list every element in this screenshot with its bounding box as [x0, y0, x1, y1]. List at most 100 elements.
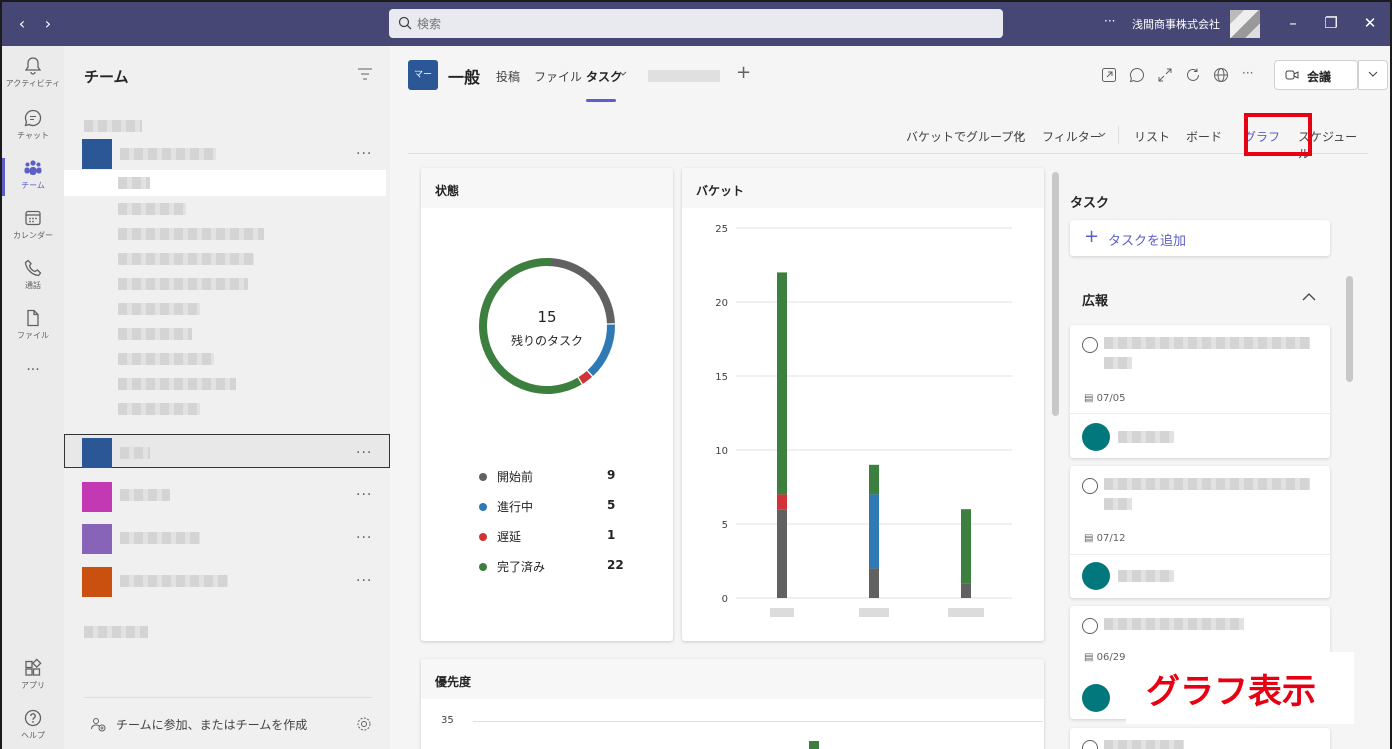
more-options-icon[interactable]: ···: [356, 146, 372, 162]
conversation-icon[interactable]: [1128, 66, 1146, 84]
rail-calls[interactable]: 通話: [2, 252, 64, 302]
group-by-bucket-dropdown[interactable]: バケットでグループ化: [906, 128, 1025, 145]
legend-label: 進行中: [497, 500, 534, 514]
minimize-icon[interactable]: –: [1282, 12, 1304, 34]
add-task-button[interactable]: + タスクを追加: [1070, 220, 1330, 256]
task-title: [1104, 740, 1184, 749]
task-card[interactable]: [1070, 728, 1330, 749]
more-options-icon[interactable]: ···: [1242, 66, 1253, 80]
back-arrow-icon[interactable]: ‹: [12, 14, 32, 34]
gear-icon[interactable]: [356, 716, 372, 732]
task-card[interactable]: ▤ 07/12: [1070, 466, 1330, 598]
close-icon[interactable]: ✕: [1359, 12, 1381, 34]
tab-blurred[interactable]: [648, 70, 720, 82]
more-options-icon[interactable]: ···: [356, 530, 372, 546]
tab-tasks[interactable]: タスク: [586, 68, 622, 85]
team-name[interactable]: [120, 148, 216, 160]
chevron-down-icon[interactable]: [619, 71, 627, 77]
channel-item[interactable]: [118, 278, 248, 290]
legend-dot: [479, 473, 487, 481]
tab-posts[interactable]: 投稿: [496, 68, 520, 85]
task-panel-title: タスク: [1070, 196, 1110, 211]
complete-checkbox[interactable]: [1082, 740, 1098, 749]
rail-chat[interactable]: チャット: [2, 102, 64, 152]
rail-teams[interactable]: チーム: [2, 152, 64, 202]
scrollbar-thumb[interactable]: [1346, 276, 1353, 382]
meeting-dropdown[interactable]: [1358, 60, 1388, 90]
legend-value: 5: [607, 498, 616, 512]
plus-icon: +: [1084, 226, 1100, 247]
rail-activity[interactable]: アクティビティ: [2, 50, 64, 100]
channel-item[interactable]: [118, 228, 264, 240]
help-icon: [24, 709, 42, 727]
filter-icon[interactable]: [358, 68, 372, 80]
priority-card: 優先度 35: [421, 659, 1044, 749]
legend-value: 22: [607, 558, 624, 572]
assignee-name: [1118, 431, 1174, 443]
bar-segment: [869, 568, 879, 598]
assignee-avatar: [1082, 562, 1110, 590]
rail-files[interactable]: ファイル: [2, 302, 64, 352]
view-board[interactable]: ボード: [1186, 128, 1222, 145]
complete-checkbox[interactable]: [1082, 337, 1098, 353]
more-options-icon[interactable]: ···: [356, 487, 372, 503]
task-card[interactable]: ▤ 07/05: [1070, 325, 1330, 458]
channel-item[interactable]: [118, 378, 236, 390]
tab-files[interactable]: ファイル: [534, 68, 582, 85]
maximize-icon[interactable]: ❐: [1320, 12, 1342, 34]
more-options-icon[interactable]: ···: [1104, 14, 1115, 28]
legend-completed: 完了済み 22: [479, 558, 624, 575]
channel-item[interactable]: [118, 253, 254, 265]
channel-item[interactable]: [118, 328, 192, 340]
rail-calendar[interactable]: カレンダー: [2, 202, 64, 252]
team-item-hover[interactable]: [64, 434, 390, 468]
chevron-down-icon[interactable]: [1016, 132, 1024, 138]
view-list[interactable]: リスト: [1134, 128, 1170, 145]
channel-item[interactable]: [118, 303, 200, 315]
more-options-icon[interactable]: ···: [356, 445, 372, 461]
legend-label: 開始前: [497, 470, 534, 484]
remaining-label: 残りのタスク: [510, 334, 583, 348]
chevron-up-icon[interactable]: [1302, 292, 1316, 301]
team-name[interactable]: [120, 575, 228, 587]
team-avatar: [82, 482, 112, 512]
team-badge: マー: [408, 60, 438, 90]
channel-item[interactable]: [118, 353, 214, 365]
org-name: 浅間商事株式会社: [1132, 18, 1220, 31]
user-avatar[interactable]: [1230, 10, 1260, 38]
bucket-group-title: 広報: [1082, 294, 1109, 309]
team-name[interactable]: [120, 489, 170, 501]
meeting-button[interactable]: 会議: [1274, 60, 1358, 90]
team-name[interactable]: [120, 447, 150, 459]
rail-label: ヘルプ: [21, 731, 45, 740]
channel-item[interactable]: [118, 403, 200, 415]
search-input[interactable]: [417, 13, 987, 34]
chevron-down-icon[interactable]: [1098, 132, 1106, 138]
search-box[interactable]: [389, 9, 1003, 38]
channel-selected[interactable]: [64, 170, 386, 196]
bucket-bar-chart: 0 5 10 15 20 25: [715, 224, 1012, 617]
complete-checkbox[interactable]: [1082, 618, 1098, 634]
refresh-icon[interactable]: [1184, 66, 1202, 84]
gridline: [473, 721, 1043, 722]
rail-more-icon[interactable]: ···: [2, 362, 64, 412]
channel-item[interactable]: [118, 177, 150, 189]
expand-icon[interactable]: [1156, 66, 1174, 84]
rail-label: アプリ: [21, 681, 45, 690]
rail-apps[interactable]: アプリ: [2, 652, 64, 702]
rail-help[interactable]: ヘルプ: [2, 702, 64, 749]
add-tab-icon[interactable]: +: [736, 62, 751, 83]
complete-checkbox[interactable]: [1082, 478, 1098, 494]
channel-item[interactable]: [118, 203, 186, 215]
globe-icon[interactable]: [1212, 66, 1230, 84]
y-tick-label: 25: [715, 224, 728, 235]
scrollbar-thumb[interactable]: [1052, 172, 1059, 416]
filter-dropdown[interactable]: フィルター: [1042, 128, 1102, 145]
legend-late: 遅延 1: [479, 528, 615, 545]
team-name[interactable]: [120, 532, 200, 544]
popout-icon[interactable]: [1100, 66, 1118, 84]
forward-arrow-icon[interactable]: ›: [38, 14, 58, 34]
more-options-icon[interactable]: ···: [356, 573, 372, 589]
join-create-team-link[interactable]: チームに参加、またはチームを作成: [116, 716, 307, 733]
assignee-avatar: [1082, 423, 1110, 451]
